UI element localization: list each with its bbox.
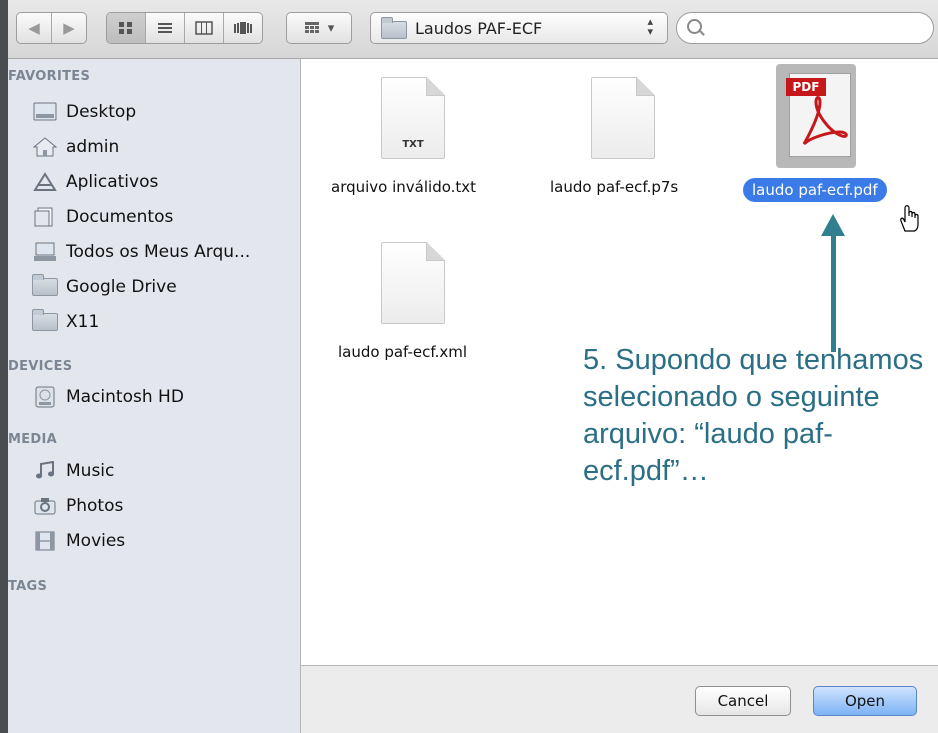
- folder-icon: [32, 274, 58, 296]
- sidebar-item-x11[interactable]: X11: [32, 307, 99, 337]
- toolbar: ◀ ▶ ▾ Laudos PAF-ECF ▴ ▾: [8, 0, 938, 59]
- sidebar-item-label: Desktop: [66, 102, 137, 122]
- devices-heading: DEVICES: [8, 359, 73, 374]
- search-icon: [687, 19, 702, 34]
- text-document-icon: TXT: [381, 77, 445, 159]
- hard-drive-icon: [32, 386, 58, 408]
- sidebar-item-label: X11: [66, 312, 100, 332]
- back-forward-control: ◀ ▶: [16, 12, 87, 44]
- sidebar-item-google-drive[interactable]: Google Drive: [32, 272, 177, 302]
- chevron-right-icon: ▶: [63, 19, 75, 37]
- forward-button[interactable]: ▶: [52, 13, 86, 43]
- film-icon: [32, 531, 58, 551]
- icon-view-icon: [119, 22, 132, 34]
- all-files-icon: [32, 242, 58, 262]
- chevron-left-icon: ◀: [28, 19, 40, 37]
- annotation-arrow-shaft: [831, 232, 836, 352]
- search-field[interactable]: [676, 12, 934, 44]
- file-name: laudo paf-ecf.xml: [338, 343, 468, 361]
- folder-icon: [32, 309, 58, 331]
- open-button[interactable]: Open: [813, 686, 917, 716]
- generic-document-icon: [591, 77, 655, 159]
- home-icon: [32, 137, 58, 157]
- location-popup[interactable]: Laudos PAF-ECF ▴ ▾: [370, 12, 668, 44]
- sidebar-item-admin[interactable]: admin: [32, 132, 119, 162]
- sidebar-item-aplicativos[interactable]: Aplicativos: [32, 167, 158, 197]
- dialog-footer: Cancel Open: [301, 665, 938, 733]
- arrange-grid-icon: [304, 22, 319, 33]
- sidebar-item-label: Documentos: [66, 207, 174, 227]
- acrobat-logo-icon: [802, 96, 848, 146]
- sidebar-item-label: Music: [66, 461, 115, 481]
- sidebar-item-macintosh-hd[interactable]: Macintosh HD: [32, 382, 184, 412]
- location-label: Laudos PAF-ECF: [415, 18, 543, 38]
- popup-stepper-icon: ▴ ▾: [647, 15, 653, 38]
- coverflow-view-button[interactable]: [224, 13, 262, 43]
- sidebar-item-label: Movies: [66, 531, 126, 551]
- sidebar-item-label: Photos: [66, 496, 124, 516]
- list-view-button[interactable]: [146, 13, 185, 43]
- tutorial-annotation-text: 5. Supondo que tenhamos selecionado o se…: [583, 344, 924, 487]
- pdf-document-icon: PDF: [786, 73, 851, 157]
- music-icon: [32, 461, 58, 481]
- view-mode-control: [106, 12, 263, 44]
- column-view-icon: [195, 21, 213, 35]
- arrange-button[interactable]: ▾: [286, 12, 352, 44]
- sidebar-item-label: Todos os Meus Arqu...: [66, 242, 251, 262]
- coverflow-view-icon: [234, 22, 252, 34]
- back-button[interactable]: ◀: [17, 13, 52, 43]
- generic-document-icon: [381, 242, 445, 324]
- file-extension-label: TXT: [402, 139, 424, 150]
- sidebar-item-movies[interactable]: Movies: [32, 526, 125, 556]
- sidebar-item-documentos[interactable]: Documentos: [32, 202, 173, 232]
- file-name: arquivo inválido.txt: [331, 178, 477, 196]
- sidebar: FAVORITES Desktop admin Aplicativos Docu…: [8, 59, 301, 733]
- list-view-icon: [158, 23, 172, 33]
- pointing-hand-cursor-icon: [900, 205, 919, 232]
- sidebar-item-todos-os-meus-arquivos[interactable]: Todos os Meus Arqu...: [32, 237, 250, 267]
- documents-icon: [32, 207, 58, 227]
- file-name: laudo paf-ecf.p7s: [550, 178, 679, 196]
- sidebar-item-label: admin: [66, 137, 120, 157]
- sidebar-item-label: Aplicativos: [66, 172, 159, 192]
- column-view-button[interactable]: [185, 13, 224, 43]
- file-name-selected: laudo paf-ecf.pdf: [743, 178, 887, 202]
- cancel-button[interactable]: Cancel: [695, 686, 791, 716]
- sidebar-item-label: Macintosh HD: [66, 387, 184, 407]
- sidebar-item-music[interactable]: Music: [32, 456, 114, 486]
- camera-icon: [32, 496, 58, 516]
- applications-icon: [32, 172, 58, 192]
- chevron-down-icon: ▾: [327, 20, 335, 36]
- folder-icon: [381, 17, 407, 39]
- media-heading: MEDIA: [8, 432, 58, 447]
- desktop-icon: [32, 102, 58, 122]
- tags-heading: TAGS: [8, 579, 48, 594]
- sidebar-item-photos[interactable]: Photos: [32, 491, 123, 521]
- icon-view-button[interactable]: [107, 13, 146, 43]
- favorites-heading: FAVORITES: [8, 69, 91, 84]
- sidebar-item-desktop[interactable]: Desktop: [32, 97, 136, 127]
- sidebar-item-label: Google Drive: [66, 277, 177, 297]
